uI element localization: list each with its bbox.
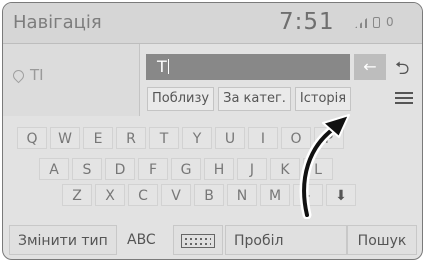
key-i[interactable]: I [248, 127, 278, 149]
key-u[interactable]: U [215, 127, 245, 149]
key-t[interactable]: T [149, 127, 179, 149]
tab-nearby[interactable]: Поблизу [147, 87, 215, 111]
backspace-button[interactable]: ← [354, 54, 386, 80]
keyboard-row-2: A S D F G H J K L [39, 158, 336, 180]
status-icons: 0 [355, 15, 394, 29]
key-q[interactable]: Q [17, 127, 47, 149]
search-button[interactable]: Пошук [347, 225, 417, 255]
key-g[interactable]: G [171, 158, 201, 180]
key-c[interactable]: C [128, 184, 158, 206]
back-button[interactable]: ⮌ [395, 56, 409, 86]
search-input-value: Т [157, 57, 167, 76]
key-h[interactable]: H [204, 158, 234, 180]
search-tabs: Поблизу За катег. Історія [147, 87, 352, 111]
key-b[interactable]: B [194, 184, 224, 206]
location-entry[interactable]: ТІ [10, 66, 44, 84]
clock: 7:51 [279, 9, 335, 35]
location-text: ТІ [30, 66, 44, 84]
return-icon: ⮌ [395, 58, 410, 79]
location-panel[interactable]: ТІ [3, 44, 140, 116]
search-input[interactable]: Т [146, 54, 350, 80]
key-j[interactable]: J [237, 158, 267, 180]
keyboard-layout-button[interactable] [173, 225, 223, 255]
arrow-left-icon: ← [363, 57, 377, 76]
tab-category[interactable]: За катег. [218, 87, 291, 111]
key-x[interactable]: X [95, 184, 125, 206]
key-y[interactable]: Y [182, 127, 212, 149]
space-button[interactable]: Пробіл [225, 225, 347, 255]
tab-history[interactable]: Історія [294, 87, 352, 111]
key-a[interactable]: A [39, 158, 69, 180]
key-v[interactable]: V [161, 184, 191, 206]
key-s[interactable]: S [72, 158, 102, 180]
key-d[interactable]: D [105, 158, 135, 180]
keyboard-icon [181, 234, 215, 248]
navigation-screen: Навігація 7:51 0 ТІ Т ← ⮌ Поблизу За кат… [2, 2, 423, 260]
list-button[interactable] [395, 89, 413, 107]
pin-icon [10, 67, 27, 83]
phone-icon [373, 17, 380, 28]
text-cursor [167, 59, 170, 74]
key-e[interactable]: E [83, 127, 113, 149]
key-r[interactable]: R [116, 127, 146, 149]
key-w[interactable]: W [50, 127, 80, 149]
signal-icon [355, 18, 367, 28]
key-n[interactable]: N [227, 184, 257, 206]
bottom-bar: Змінити тип ABC Пробіл Пошук [3, 221, 422, 259]
pointer-arrow-icon [299, 114, 350, 219]
abc-button[interactable]: ABC [119, 225, 164, 255]
page-title: Навігація [13, 12, 102, 33]
header-bar: Навігація 7:51 0 [3, 3, 422, 44]
key-f[interactable]: F [138, 158, 168, 180]
key-m[interactable]: M [260, 184, 290, 206]
list-icon [395, 92, 413, 104]
key-z[interactable]: Z [62, 184, 92, 206]
change-type-button[interactable]: Змінити тип [9, 225, 117, 255]
status-zero: 0 [386, 15, 394, 29]
